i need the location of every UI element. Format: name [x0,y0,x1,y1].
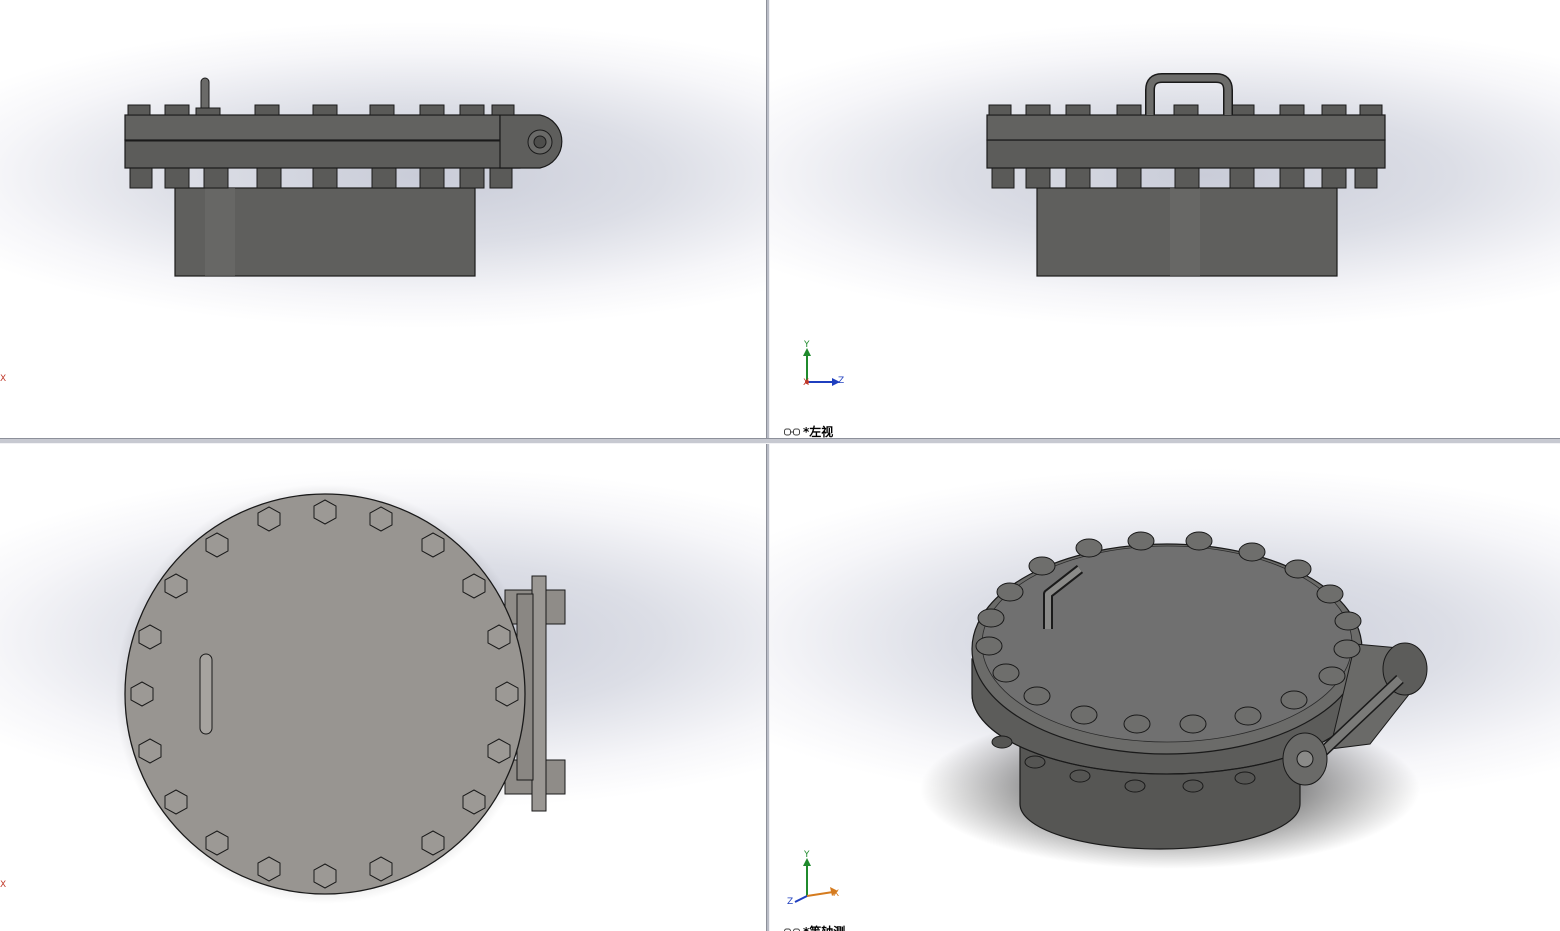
axis-x-label: X [0,374,7,384]
isometric-view-drawing [794,531,1428,903]
triad-z-label: Z [787,897,794,907]
viewport-top[interactable]: X [0,444,766,931]
viewport-left[interactable]: Y Z X *左视 [770,0,1560,438]
viewport-name-label[interactable]: *等轴测 [784,923,845,931]
horizontal-viewport-splitter[interactable] [0,438,1560,444]
front-view-drawing [124,77,563,277]
triad-x-label: X [833,889,840,899]
triad-z-label: Z [838,376,845,386]
axis-x-label: X [0,880,7,890]
vertical-viewport-splitter[interactable] [766,0,770,931]
glasses-icon [784,428,800,435]
top-view-drawing [115,484,566,904]
viewport-name-label[interactable]: *左视 [784,423,833,438]
triad-y-label: Y [804,850,810,860]
viewport-front[interactable]: X [0,0,766,438]
axis-triad [794,858,838,903]
triad-x-label: X [803,378,810,388]
triad-y-label: Y [804,340,810,350]
glasses-icon [784,928,800,931]
viewport-isometric[interactable]: Y Z X *等轴测 [770,444,1560,931]
left-view-drawing [803,73,1386,386]
